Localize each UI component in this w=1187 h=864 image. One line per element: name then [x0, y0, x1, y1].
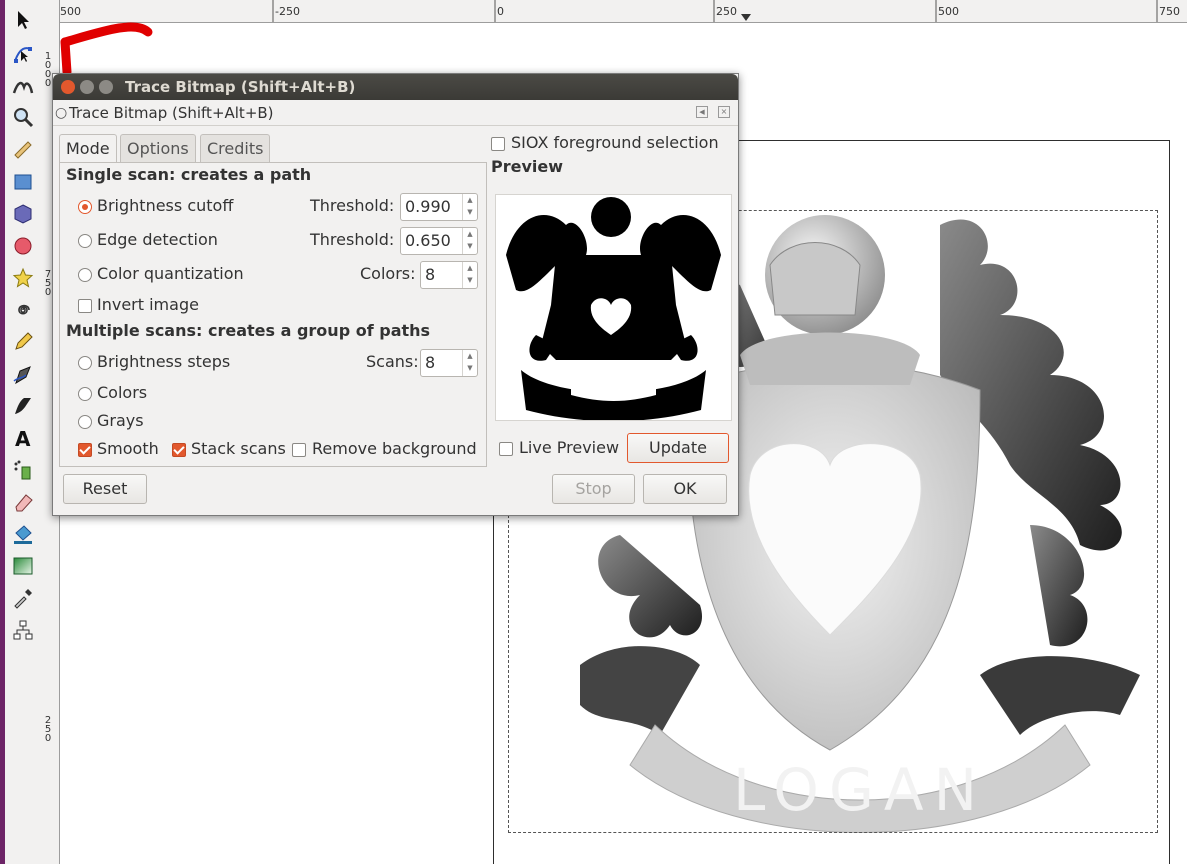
colors-spinner[interactable]: 8 ▲ ▼ [420, 261, 478, 289]
brightness-threshold-spinner[interactable]: 0.990 ▲ ▼ [400, 193, 478, 221]
tweak-icon[interactable] [11, 74, 35, 98]
colors-label: Colors: [360, 264, 416, 283]
dialog-icon: ○ [55, 105, 68, 121]
selector-icon[interactable] [11, 8, 35, 32]
scans-label: Scans: [366, 352, 419, 371]
minimize-icon[interactable] [80, 80, 94, 94]
multiple-scans-header: Multiple scans: creates a group of paths [66, 321, 431, 340]
page-border [1169, 140, 1170, 864]
colors-value: 8 [425, 265, 436, 284]
single-scan-header: Single scan: creates a path [66, 165, 312, 184]
spinner-arrows-icon[interactable]: ▲ ▼ [462, 194, 477, 220]
colors-radio[interactable] [78, 387, 92, 401]
color-quantization-label: Color quantization [97, 264, 244, 283]
pencil-icon[interactable] [11, 330, 35, 354]
calligraphy-icon[interactable] [11, 394, 35, 418]
window-title: Trace Bitmap (Shift+Alt+B) [125, 78, 356, 96]
collapse-icon[interactable]: ◀ [696, 106, 708, 118]
smooth-checkbox[interactable] [78, 443, 92, 457]
text-icon[interactable]: A [11, 426, 35, 450]
spinner-arrows-icon[interactable]: ▲ ▼ [462, 350, 477, 376]
stop-button[interactable]: Stop [552, 474, 635, 504]
siox-checkbox[interactable] [491, 137, 505, 151]
remove-background-label: Remove background [312, 439, 477, 458]
edge-threshold-value: 0.650 [405, 231, 451, 250]
ruler-label: 250 [44, 715, 52, 744]
connector-icon[interactable] [11, 618, 35, 642]
scans-value: 8 [425, 353, 436, 372]
zoom-icon[interactable] [11, 105, 35, 129]
edge-detection-radio[interactable] [78, 234, 92, 248]
ruler-label: 750 [1159, 5, 1180, 18]
spiral-icon[interactable] [11, 298, 35, 322]
live-preview-label: Live Preview [519, 438, 620, 457]
trace-bitmap-dialog: Trace Bitmap (Shift+Alt+B) ○ Trace Bitma… [52, 73, 739, 516]
gradient-icon[interactable] [11, 554, 35, 578]
ruler-label: 0 [497, 5, 504, 18]
spray-icon[interactable] [11, 458, 35, 482]
ok-button[interactable]: OK [643, 474, 727, 504]
dialog-subheader: ○ Trace Bitmap (Shift+Alt+B) ◀ × [53, 101, 738, 126]
mode-panel: Single scan: creates a path Brightness c… [59, 162, 487, 467]
scans-spinner[interactable]: 8 ▲ ▼ [420, 349, 478, 377]
brightness-steps-label: Brightness steps [97, 352, 231, 371]
edge-threshold-spinner[interactable]: 0.650 ▲ ▼ [400, 227, 478, 255]
paint-bucket-icon[interactable] [11, 522, 35, 546]
ruler-label: 250 [716, 5, 737, 18]
close-panel-icon[interactable]: × [718, 106, 730, 118]
annotation-arrow [60, 22, 153, 77]
ruler-label: -250 [275, 5, 300, 18]
tab-mode[interactable]: Mode [59, 134, 117, 163]
stack-scans-checkbox[interactable] [172, 443, 186, 457]
invert-image-label: Invert image [97, 295, 199, 314]
trace-preview [495, 194, 732, 422]
star-icon[interactable] [11, 266, 35, 290]
spinner-arrows-icon[interactable]: ▲ ▼ [462, 262, 477, 288]
stack-scans-label: Stack scans [191, 439, 286, 458]
live-preview-checkbox[interactable] [499, 442, 513, 456]
edge-detection-label: Edge detection [97, 230, 218, 249]
tab-options[interactable]: Options [120, 134, 196, 162]
preview-label: Preview [491, 157, 564, 176]
brightness-steps-radio[interactable] [78, 356, 92, 370]
maximize-icon[interactable] [99, 80, 113, 94]
tab-credits[interactable]: Credits [200, 134, 271, 162]
toolbox: A [5, 0, 42, 864]
ruler-label: 500 [938, 5, 959, 18]
brightness-cutoff-radio[interactable] [78, 200, 92, 214]
colors-option-label: Colors [97, 383, 148, 402]
update-button[interactable]: Update [627, 433, 729, 463]
node-editor-icon[interactable] [11, 42, 35, 66]
dropper-icon[interactable] [11, 586, 35, 610]
ellipse-icon[interactable] [11, 234, 35, 258]
close-icon[interactable] [61, 80, 75, 94]
rectangle-icon[interactable] [11, 170, 35, 194]
3d-box-icon[interactable] [11, 202, 35, 226]
threshold-label: Threshold: [310, 196, 395, 215]
pen-icon[interactable] [11, 362, 35, 386]
svg-text:A: A [15, 427, 31, 449]
brightness-cutoff-label: Brightness cutoff [97, 196, 234, 215]
grays-label: Grays [97, 411, 144, 430]
remove-background-checkbox[interactable] [292, 443, 306, 457]
spinner-arrows-icon[interactable]: ▲ ▼ [462, 228, 477, 254]
color-quantization-radio[interactable] [78, 268, 92, 282]
threshold-label: Threshold: [310, 230, 395, 249]
window-titlebar[interactable]: Trace Bitmap (Shift+Alt+B) [53, 74, 738, 100]
measure-icon[interactable] [11, 138, 35, 162]
grays-radio[interactable] [78, 415, 92, 429]
brightness-threshold-value: 0.990 [405, 197, 451, 216]
eraser-icon[interactable] [11, 490, 35, 514]
dialog-subtitle: Trace Bitmap (Shift+Alt+B) [69, 104, 274, 122]
horizontal-ruler: -500 -250 0 250 500 750 [56, 0, 1187, 23]
siox-label: SIOX foreground selection [511, 133, 719, 152]
invert-image-checkbox[interactable] [78, 299, 92, 313]
smooth-label: Smooth [97, 439, 159, 458]
reset-button[interactable]: Reset [63, 474, 147, 504]
